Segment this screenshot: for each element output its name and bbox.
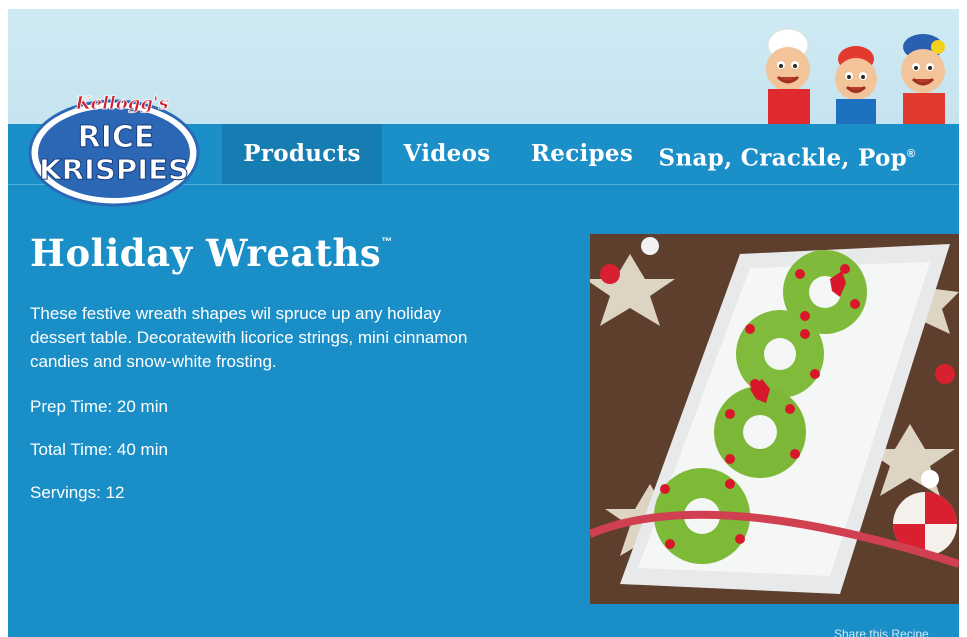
total-time: Total Time: 40 min (30, 440, 168, 459)
nav-videos[interactable]: Videos (382, 124, 512, 184)
nav-recipes[interactable]: Recipes (512, 124, 652, 184)
nav-recipes-label: Recipes (530, 140, 634, 167)
rice-krispies-logo[interactable]: Kellogg's RICE KRISPIES (22, 81, 202, 209)
recipe-title: Holiday Wreaths™ (30, 231, 393, 275)
registered-mark: ® (907, 148, 916, 160)
nav-products-label: Products (243, 140, 361, 167)
recipe-description: These festive wreath shapes wil spruce u… (30, 304, 468, 371)
logo-brand-top: Kellogg's (74, 93, 168, 114)
snap-crackle-pop-icon (766, 28, 945, 137)
trademark-mark: ™ (381, 235, 393, 248)
logo-line1: RICE (78, 120, 155, 155)
nav-videos-label: Videos (403, 140, 491, 167)
recipe-title-text: Holiday Wreaths (30, 231, 382, 275)
servings: Servings: 12 (30, 483, 125, 502)
nav-products[interactable]: Products (222, 124, 382, 184)
recipe-photo[interactable] (590, 234, 959, 604)
page: Products Videos Recipes Snap, Crackle, P… (8, 9, 959, 637)
nav-snap-crackle-pop-label: Snap, Crackle, Pop (658, 144, 908, 172)
share-recipe-link[interactable]: Share this Recipe (834, 627, 929, 637)
prep-time: Prep Time: 20 min (30, 397, 168, 416)
logo-line2: KRISPIES (39, 153, 189, 186)
nav-snap-crackle-pop[interactable]: Snap, Crackle, Pop® (652, 124, 922, 184)
